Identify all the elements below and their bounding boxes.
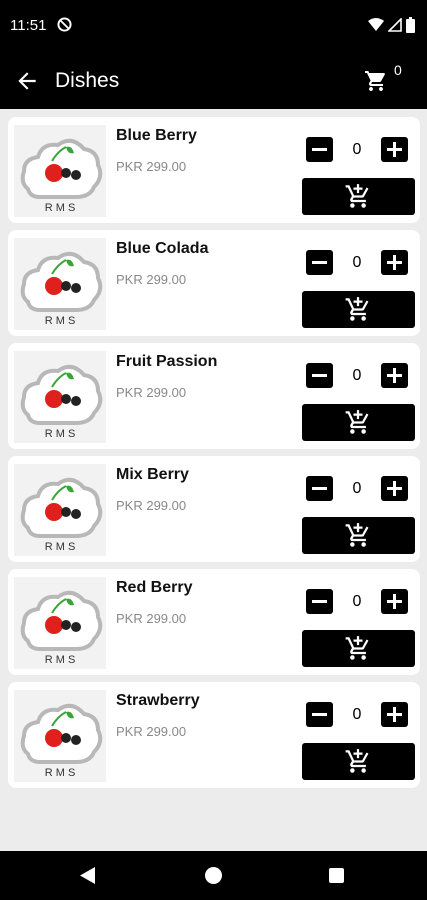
dish-thumbnail: R M S — [14, 577, 106, 669]
add-to-cart-button[interactable] — [302, 630, 415, 667]
dish-thumbnail: R M S — [14, 690, 106, 782]
add-to-cart-icon — [345, 749, 369, 773]
rms-logo-icon: R M S — [20, 364, 103, 440]
logo-text: R M S — [45, 541, 76, 553]
dish-card: R M S Blue Colada PKR 299.00 0 — [8, 230, 420, 336]
back-arrow-icon[interactable] — [14, 68, 40, 94]
increase-quantity-button[interactable] — [381, 702, 408, 727]
decrease-quantity-button[interactable] — [306, 476, 333, 501]
increase-quantity-button[interactable] — [381, 476, 408, 501]
logo-text: R M S — [45, 767, 76, 779]
status-icons — [368, 17, 415, 33]
nav-home-icon[interactable] — [205, 867, 222, 884]
status-bar: 11:51 — [0, 0, 427, 52]
decrease-quantity-button[interactable] — [306, 702, 333, 727]
dish-name: Red Berry — [116, 579, 193, 596]
dish-list: R M S Blue Berry PKR 299.00 0 R M S Blue… — [0, 109, 427, 851]
quantity-value: 0 — [352, 254, 362, 271]
dish-price: PKR 299.00 — [116, 159, 187, 174]
quantity-value: 0 — [352, 141, 362, 158]
dish-thumbnail: R M S — [14, 464, 106, 556]
add-to-cart-icon — [345, 523, 369, 547]
dish-price: PKR 299.00 — [116, 272, 187, 287]
add-to-cart-button[interactable] — [302, 291, 415, 328]
signal-icon — [388, 18, 402, 32]
add-to-cart-button[interactable] — [302, 517, 415, 554]
add-to-cart-button[interactable] — [302, 178, 415, 215]
quantity-value: 0 — [352, 367, 362, 384]
increase-quantity-button[interactable] — [381, 137, 408, 162]
dish-price: PKR 299.00 — [116, 611, 187, 626]
rms-logo-icon: R M S — [20, 590, 103, 666]
system-navigation-bar — [0, 851, 427, 900]
logo-text: R M S — [45, 202, 76, 214]
cart-count-badge: 0 — [394, 62, 402, 78]
increase-quantity-button[interactable] — [381, 250, 408, 275]
add-to-cart-icon — [345, 297, 369, 321]
quantity-value: 0 — [352, 480, 362, 497]
decrease-quantity-button[interactable] — [306, 363, 333, 388]
quantity-value: 0 — [352, 706, 362, 723]
add-to-cart-icon — [345, 410, 369, 434]
dish-thumbnail: R M S — [14, 238, 106, 330]
battery-icon — [406, 17, 415, 33]
decrease-quantity-button[interactable] — [306, 250, 333, 275]
dish-name: Blue Colada — [116, 240, 209, 257]
rms-logo-icon: R M S — [20, 703, 103, 779]
do-not-disturb-icon — [57, 17, 72, 32]
logo-text: R M S — [45, 428, 76, 440]
dish-card: R M S Blue Berry PKR 299.00 0 — [8, 117, 420, 223]
dish-price: PKR 299.00 — [116, 724, 187, 739]
nav-recents-icon[interactable] — [329, 868, 344, 883]
dish-price: PKR 299.00 — [116, 498, 187, 513]
rms-logo-icon: R M S — [20, 251, 103, 327]
dish-name: Strawberry — [116, 692, 200, 709]
logo-text: R M S — [45, 315, 76, 327]
dish-thumbnail: R M S — [14, 125, 106, 217]
dish-thumbnail: R M S — [14, 351, 106, 443]
dish-name: Blue Berry — [116, 127, 197, 144]
page-title: Dishes — [55, 69, 120, 92]
dish-card: R M S Mix Berry PKR 299.00 0 — [8, 456, 420, 562]
rms-logo-icon: R M S — [20, 477, 103, 553]
dish-card: R M S Fruit Passion PKR 299.00 0 — [8, 343, 420, 449]
add-to-cart-icon — [345, 184, 369, 208]
increase-quantity-button[interactable] — [381, 589, 408, 614]
dish-card: R M S Red Berry PKR 299.00 0 — [8, 569, 420, 675]
dish-card: R M S Strawberry PKR 299.00 0 — [8, 682, 420, 788]
dish-name: Fruit Passion — [116, 353, 218, 370]
wifi-icon — [368, 18, 384, 31]
rms-logo-icon: R M S — [20, 138, 103, 214]
quantity-value: 0 — [352, 593, 362, 610]
cart-icon[interactable] — [364, 69, 388, 93]
dish-price: PKR 299.00 — [116, 385, 187, 400]
add-to-cart-button[interactable] — [302, 743, 415, 780]
dish-name: Mix Berry — [116, 466, 189, 483]
nav-back-icon[interactable] — [80, 867, 96, 884]
decrease-quantity-button[interactable] — [306, 137, 333, 162]
add-to-cart-icon — [345, 636, 369, 660]
status-time: 11:51 — [10, 17, 47, 34]
app-bar: Dishes 0 — [0, 52, 427, 109]
add-to-cart-button[interactable] — [302, 404, 415, 441]
decrease-quantity-button[interactable] — [306, 589, 333, 614]
logo-text: R M S — [45, 654, 76, 666]
increase-quantity-button[interactable] — [381, 363, 408, 388]
